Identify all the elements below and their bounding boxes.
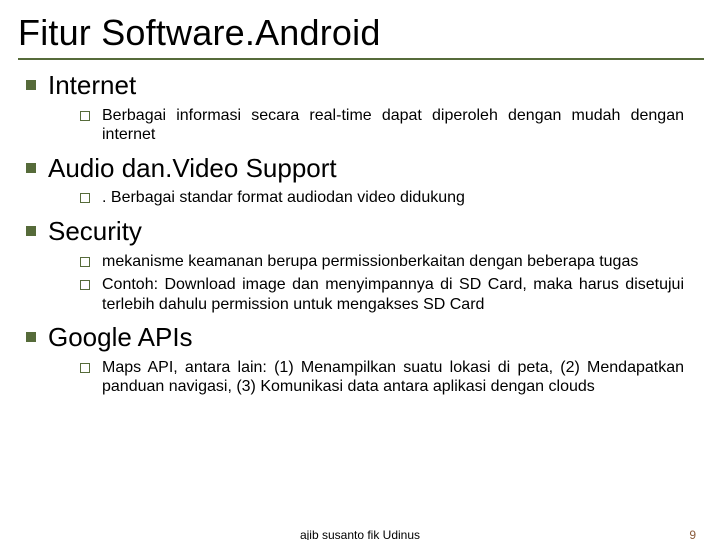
hollow-square-bullet-icon <box>80 193 90 203</box>
list-item: Maps API, antara lain: (1) Menampilkan s… <box>80 358 702 397</box>
list-item: Audio dan.Video Support <box>18 153 702 185</box>
bullet-text: Maps API, antara lain: (1) Menampilkan s… <box>102 358 684 397</box>
list-item: Contoh: Download image dan menyimpannya … <box>80 275 702 314</box>
list-item: Internet <box>18 70 702 102</box>
slide-content: Internet Berbagai informasi secara real-… <box>18 70 702 397</box>
list-item: Google APIs <box>18 322 702 354</box>
section-heading: Audio dan.Video Support <box>48 153 337 185</box>
hollow-square-bullet-icon <box>80 363 90 373</box>
hollow-square-bullet-icon <box>80 111 90 121</box>
bullet-text: . Berbagai standar format audiodan video… <box>102 188 465 208</box>
square-bullet-icon <box>26 80 36 90</box>
list-item: Berbagai informasi secara real-time dapa… <box>80 106 702 145</box>
square-bullet-icon <box>26 226 36 236</box>
footer-text: ajib susanto fik Udinus <box>0 528 720 540</box>
bullet-text: mekanisme keamanan berupa permissionberk… <box>102 252 638 272</box>
bullet-text: Berbagai informasi secara real-time dapa… <box>102 106 684 145</box>
square-bullet-icon <box>26 332 36 342</box>
section-heading: Google APIs <box>48 322 193 354</box>
section-heading: Security <box>48 216 142 248</box>
square-bullet-icon <box>26 163 36 173</box>
bullet-text: Contoh: Download image dan menyimpannya … <box>102 275 684 314</box>
hollow-square-bullet-icon <box>80 280 90 290</box>
section-heading: Internet <box>48 70 136 102</box>
page-number: 9 <box>689 528 696 540</box>
slide-title: Fitur Software.Android <box>18 12 702 54</box>
list-item: Security <box>18 216 702 248</box>
list-item: mekanisme keamanan berupa permissionberk… <box>80 252 702 272</box>
hollow-square-bullet-icon <box>80 257 90 267</box>
slide: Fitur Software.Android Internet Berbagai… <box>0 0 720 540</box>
title-underline <box>18 58 704 60</box>
list-item: . Berbagai standar format audiodan video… <box>80 188 702 208</box>
